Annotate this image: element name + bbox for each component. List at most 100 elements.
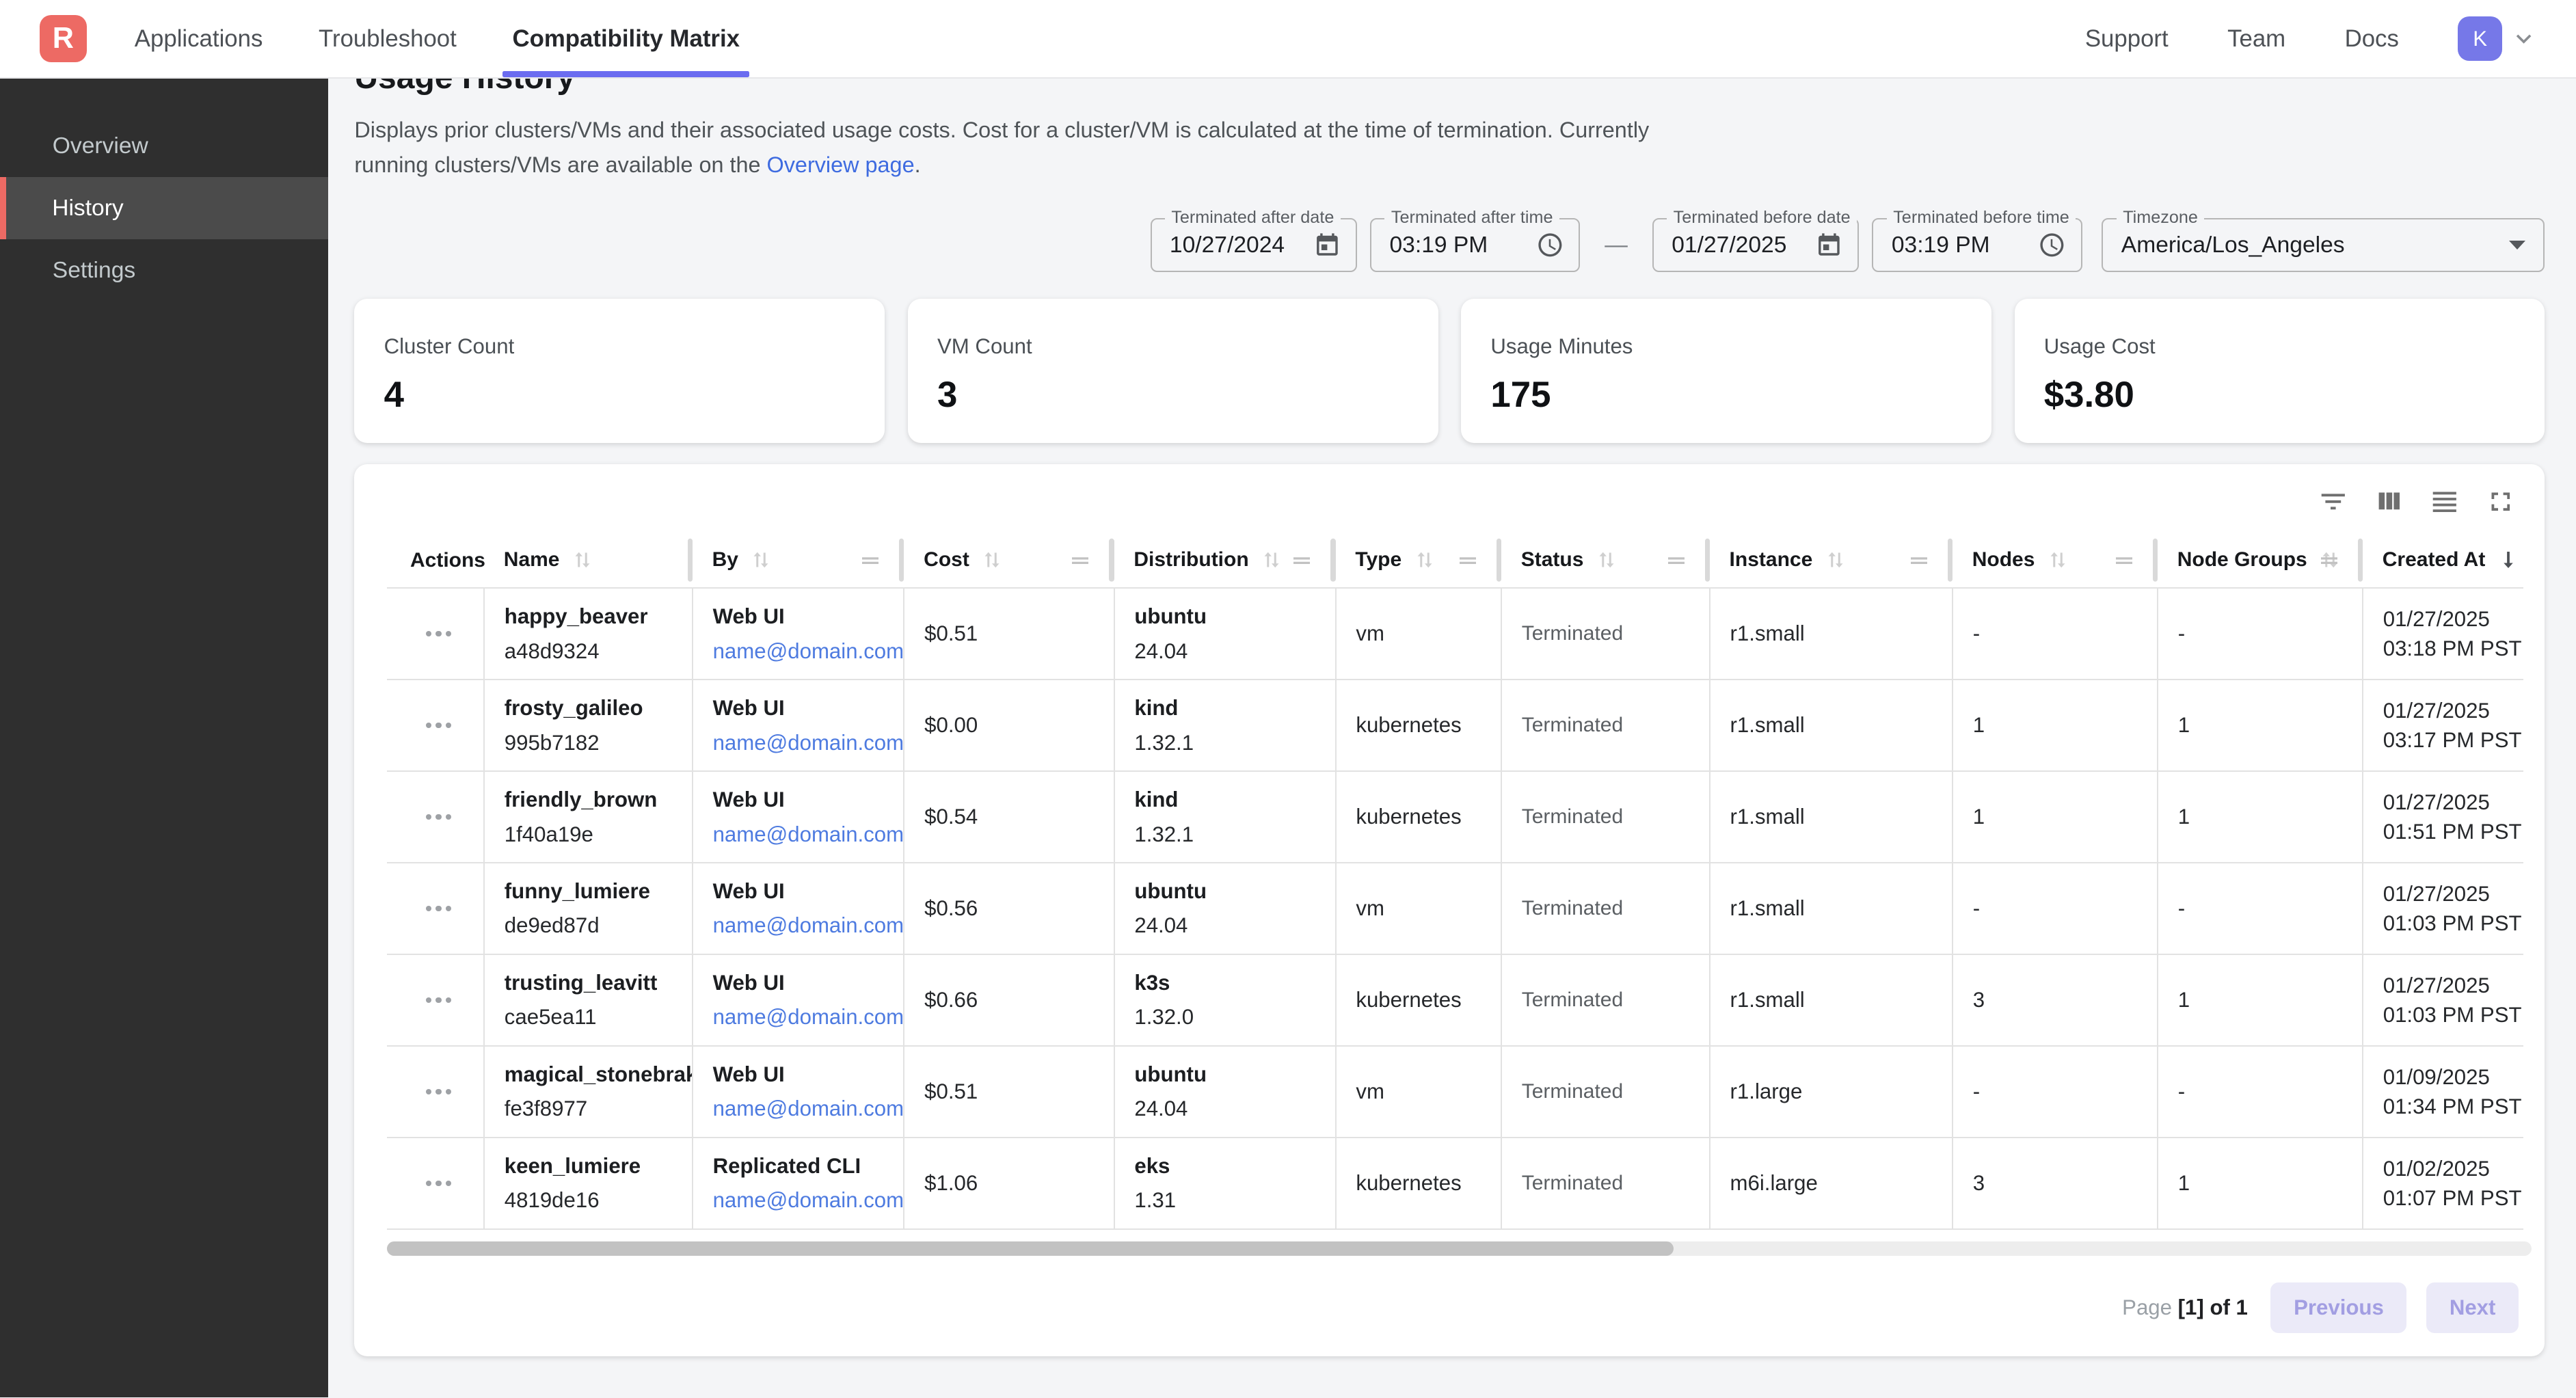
column-resize-divider[interactable] bbox=[2358, 539, 2363, 581]
column-drag-handle[interactable] bbox=[1068, 548, 1092, 572]
sort-desc-icon[interactable] bbox=[2496, 548, 2521, 572]
sort-icon[interactable] bbox=[1594, 548, 1619, 572]
sort-icon[interactable] bbox=[1259, 548, 1284, 572]
created-by-email-link[interactable]: name@domain.com bbox=[713, 1094, 891, 1123]
column-resize-divider[interactable] bbox=[1705, 539, 1710, 581]
filter-field-terminated-after-time[interactable]: Terminated after time 03:19 PM bbox=[1370, 218, 1580, 272]
column-resize-divider[interactable] bbox=[1948, 539, 1953, 581]
sidebar-item-overview[interactable]: Overview bbox=[0, 115, 328, 177]
column-resize-divider[interactable] bbox=[1497, 539, 1501, 581]
column-header-node-groups[interactable]: Node Groups bbox=[2158, 533, 2363, 588]
column-header-label: Cost bbox=[924, 548, 969, 571]
cost-cell: $0.00 bbox=[904, 680, 1114, 771]
nav-link-docs[interactable]: Docs bbox=[2345, 25, 2399, 53]
sort-icon[interactable] bbox=[749, 548, 773, 572]
created-by-email-link[interactable]: name@domain.com bbox=[713, 636, 891, 666]
column-drag-handle[interactable] bbox=[2317, 548, 2342, 572]
column-header-by[interactable]: By bbox=[693, 533, 904, 588]
column-header-distribution[interactable]: Distribution bbox=[1114, 533, 1336, 588]
row-actions-button[interactable] bbox=[407, 1079, 470, 1104]
next-button[interactable]: Next bbox=[2426, 1282, 2519, 1333]
sort-icon[interactable] bbox=[1823, 548, 1848, 572]
cluster-id: de9ed87d bbox=[505, 911, 679, 940]
overview-page-link[interactable]: Overview page bbox=[767, 152, 915, 177]
sidebar-item-settings[interactable]: Settings bbox=[0, 239, 328, 301]
calendar-icon[interactable] bbox=[1313, 231, 1341, 259]
distribution-cell: ubuntu 24.04 bbox=[1114, 588, 1336, 680]
filter-icon[interactable] bbox=[2309, 477, 2358, 526]
column-drag-handle[interactable] bbox=[1455, 548, 1480, 572]
filter-field-terminated-before-time[interactable]: Terminated before time 03:19 PM bbox=[1872, 218, 2082, 272]
cluster-name: frosty_galileo bbox=[505, 693, 679, 723]
sidebar-item-label: Overview bbox=[53, 133, 148, 159]
column-drag-handle[interactable] bbox=[1907, 548, 1931, 572]
table-row: funny_lumiere de9ed87d Web UI name@domai… bbox=[387, 863, 2523, 954]
created-by-email-link[interactable]: name@domain.com bbox=[713, 820, 891, 849]
created-by-email-link[interactable]: name@domain.com bbox=[713, 1185, 891, 1215]
account-menu[interactable]: K bbox=[2458, 16, 2538, 61]
row-actions-button[interactable] bbox=[407, 896, 470, 921]
avatar[interactable]: K bbox=[2458, 16, 2502, 61]
column-header-label: Type bbox=[1355, 548, 1401, 571]
nav-link-support[interactable]: Support bbox=[2085, 25, 2169, 53]
row-actions-button[interactable] bbox=[407, 804, 470, 829]
nav-link-team[interactable]: Team bbox=[2227, 25, 2285, 53]
previous-button[interactable]: Previous bbox=[2270, 1282, 2406, 1333]
clock-icon[interactable] bbox=[1536, 231, 1564, 259]
column-header-nodes[interactable]: Nodes bbox=[1953, 533, 2158, 588]
replicated-logo[interactable]: R bbox=[40, 15, 88, 63]
column-resize-divider[interactable] bbox=[899, 539, 904, 581]
distribution-cell: k3s 1.32.0 bbox=[1114, 954, 1336, 1046]
created-time: 01:51 PM PST bbox=[2383, 817, 2510, 846]
horizontal-scrollbar-thumb[interactable] bbox=[387, 1241, 1674, 1256]
column-resize-divider[interactable] bbox=[2153, 539, 2158, 581]
row-actions-button[interactable] bbox=[407, 987, 470, 1012]
row-actions-button[interactable] bbox=[407, 1170, 470, 1196]
row-actions-button[interactable] bbox=[407, 712, 470, 738]
column-drag-handle[interactable] bbox=[1664, 548, 1689, 572]
created-by-email-link[interactable]: name@domain.com bbox=[713, 1002, 891, 1032]
range-separator: — bbox=[1605, 232, 1628, 258]
columns-icon[interactable] bbox=[2364, 477, 2413, 526]
column-header-label: Node Groups bbox=[2177, 548, 2307, 571]
sidebar-item-history[interactable]: History bbox=[0, 177, 328, 239]
created-at-cell: 01/27/2025 03:18 PM PST bbox=[2363, 588, 2523, 680]
fullscreen-icon[interactable] bbox=[2476, 477, 2525, 526]
column-resize-divider[interactable] bbox=[1330, 539, 1335, 581]
filter-field-label: Terminated after date bbox=[1165, 208, 1341, 228]
sort-icon[interactable] bbox=[2045, 548, 2070, 572]
cost-cell: $0.51 bbox=[904, 1046, 1114, 1138]
column-drag-handle[interactable] bbox=[1289, 548, 1314, 572]
distribution-version: 24.04 bbox=[1134, 911, 1321, 940]
column-resize-divider[interactable] bbox=[688, 539, 693, 581]
tab-compatibility-matrix[interactable]: Compatibility Matrix bbox=[512, 0, 740, 77]
calendar-icon[interactable] bbox=[1815, 231, 1843, 259]
column-drag-handle[interactable] bbox=[858, 548, 883, 572]
column-header-cost[interactable]: Cost bbox=[904, 533, 1114, 588]
sort-icon[interactable] bbox=[980, 548, 1004, 572]
column-header-type[interactable]: Type bbox=[1336, 533, 1501, 588]
by-cell: Web UI name@domain.com bbox=[693, 1046, 904, 1138]
column-header-created-at[interactable]: Created At bbox=[2363, 533, 2523, 588]
dropdown-arrow-icon[interactable] bbox=[2509, 241, 2525, 250]
clock-icon[interactable] bbox=[2038, 231, 2066, 259]
sort-icon[interactable] bbox=[1412, 548, 1437, 572]
column-header-name[interactable]: Name bbox=[484, 533, 693, 588]
chevron-down-icon[interactable] bbox=[2509, 24, 2538, 53]
column-header-status[interactable]: Status bbox=[1501, 533, 1710, 588]
column-header-actions[interactable]: Actions bbox=[387, 533, 484, 588]
column-resize-divider[interactable] bbox=[1109, 539, 1114, 581]
column-header-instance[interactable]: Instance bbox=[1710, 533, 1953, 588]
column-drag-handle[interactable] bbox=[2112, 548, 2136, 572]
created-by-email-link[interactable]: name@domain.com bbox=[713, 728, 891, 757]
created-by-email-link[interactable]: name@domain.com bbox=[713, 911, 891, 940]
timezone-select[interactable]: Timezone America/Los_Angeles bbox=[2102, 218, 2545, 272]
row-actions-button[interactable] bbox=[407, 621, 470, 646]
density-icon[interactable] bbox=[2420, 477, 2469, 526]
sort-icon[interactable] bbox=[570, 548, 595, 572]
filter-field-terminated-before-date[interactable]: Terminated before date 01/27/2025 bbox=[1652, 218, 1859, 272]
status-cell: Terminated bbox=[1501, 1046, 1710, 1138]
filter-field-terminated-after-date[interactable]: Terminated after date 10/27/2024 bbox=[1151, 218, 1357, 272]
tab-applications[interactable]: Applications bbox=[135, 0, 263, 77]
tab-troubleshoot[interactable]: Troubleshoot bbox=[319, 0, 457, 77]
